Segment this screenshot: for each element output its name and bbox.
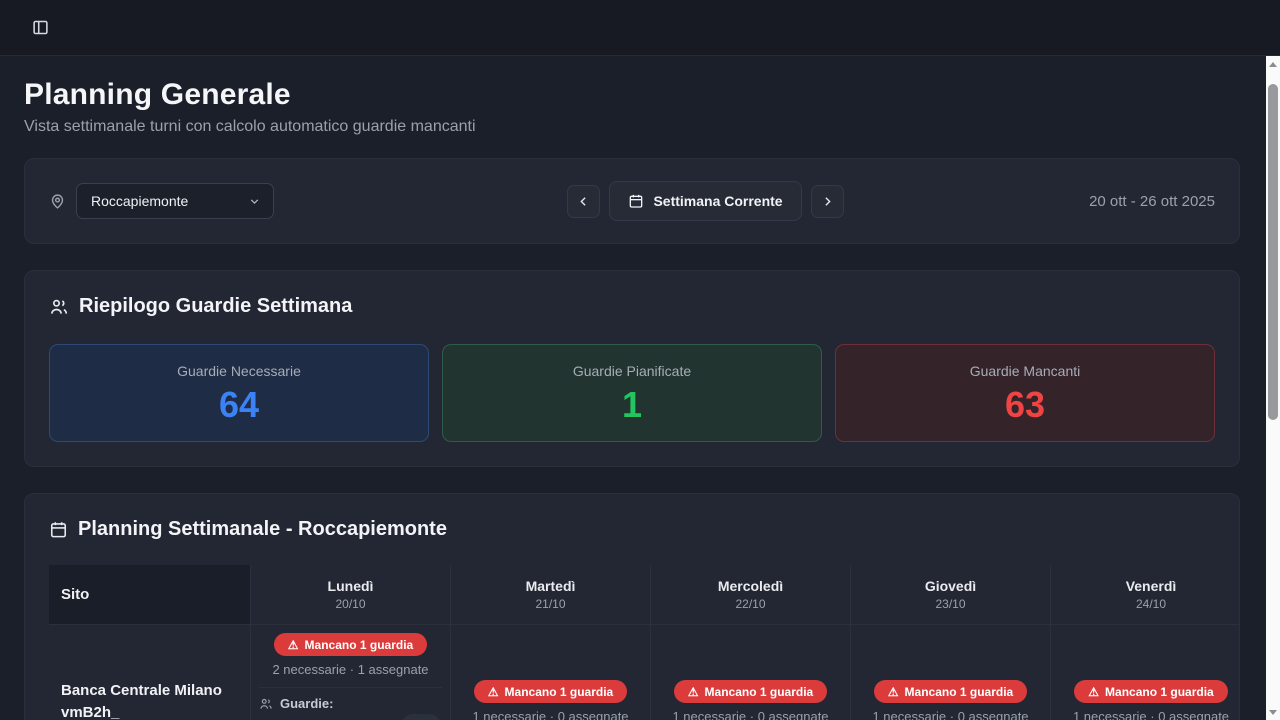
planning-section: Planning Settimanale - Roccapiemonte Sit… bbox=[24, 493, 1240, 720]
column-header-day: Lunedì 20/10 bbox=[251, 565, 451, 624]
week-navigation: Settimana Corrente bbox=[567, 181, 843, 221]
date-range-label: 20 ott - 26 ott 2025 bbox=[1089, 193, 1215, 210]
cell-detail: 1 necessarie · 0 assegnate bbox=[1073, 709, 1229, 720]
site-select[interactable]: Roccapiemonte bbox=[76, 183, 274, 219]
planning-table: Sito Lunedì 20/10 Martedì 21/10 Mercoled… bbox=[49, 565, 1240, 720]
column-header-day: Giovedì 23/10 bbox=[851, 565, 1051, 624]
panel-left-icon bbox=[32, 19, 49, 36]
column-header-site: Sito bbox=[49, 565, 251, 624]
map-pin-icon bbox=[49, 193, 66, 210]
warning-icon: ⚠ bbox=[888, 686, 899, 698]
stat-label: Guardie Necessarie bbox=[177, 363, 301, 379]
scrollbar-thumb[interactable] bbox=[1268, 84, 1278, 420]
stat-value: 1 bbox=[622, 387, 642, 423]
cell-detail: 1 necessarie · 0 assegnate bbox=[672, 709, 828, 720]
warning-icon: ⚠ bbox=[1088, 686, 1099, 698]
scroll-down-arrow[interactable] bbox=[1266, 704, 1280, 720]
calendar-icon bbox=[628, 193, 644, 209]
sidebar-toggle-button[interactable] bbox=[24, 12, 56, 44]
guards-row: Guardie: bbox=[259, 696, 442, 711]
missing-guards-badge-label: Mancano 1 guardia bbox=[705, 685, 814, 699]
summary-section: Riepilogo Guardie Settimana Guardie Nece… bbox=[24, 270, 1240, 467]
table-row: Banca Centrale Milano vmB2h_ ⚠ Mancano 1… bbox=[49, 625, 1240, 720]
week-toolbar: Roccapiemonte bbox=[24, 158, 1240, 244]
cell-detail: 2 necessarie · 1 assegnate bbox=[259, 662, 442, 677]
topbar bbox=[0, 0, 1280, 56]
stat-value: 63 bbox=[1005, 387, 1045, 423]
cell-detail: 1 necessarie · 0 assegnate bbox=[872, 709, 1028, 720]
scroll-up-arrow[interactable] bbox=[1266, 56, 1280, 72]
site-name: Banca Centrale Milano vmB2h_ bbox=[61, 680, 236, 720]
current-week-button-label: Settimana Corrente bbox=[653, 193, 782, 209]
guards-label: Guardie: bbox=[280, 696, 333, 711]
stat-card-mancanti: Guardie Mancanti 63 bbox=[835, 344, 1215, 442]
missing-guards-badge-label: Mancano 1 guardia bbox=[1105, 685, 1214, 699]
missing-guards-badge-label: Mancano 1 guardia bbox=[905, 685, 1014, 699]
guard-chip[interactable] bbox=[401, 714, 441, 720]
missing-guards-badge: ⚠ Mancano 1 guardia bbox=[874, 680, 1027, 703]
page-subtitle: Vista settimanale turni con calcolo auto… bbox=[24, 118, 1240, 136]
stat-card-necessarie: Guardie Necessarie 64 bbox=[49, 344, 429, 442]
shift-cell-giovedi: ⚠ Mancano 1 guardia 1 necessarie · 0 ass… bbox=[851, 625, 1051, 720]
page-title: Planning Generale bbox=[24, 78, 1240, 112]
missing-guards-badge: ⚠ Mancano 1 guardia bbox=[474, 680, 627, 703]
previous-week-button[interactable] bbox=[567, 185, 600, 218]
warning-icon: ⚠ bbox=[288, 639, 299, 651]
chevron-down-icon bbox=[248, 195, 261, 208]
stat-value: 64 bbox=[219, 387, 259, 423]
summary-cards: Guardie Necessarie 64 Guardie Pianificat… bbox=[49, 344, 1215, 442]
stat-label: Guardie Pianificate bbox=[573, 363, 691, 379]
missing-guards-badge-label: Mancano 1 guardia bbox=[505, 685, 614, 699]
cell-divider bbox=[259, 687, 442, 688]
warning-icon: ⚠ bbox=[688, 686, 699, 698]
column-header-day: Venerdì 24/10 bbox=[1051, 565, 1240, 624]
users-icon bbox=[259, 697, 273, 711]
site-selector-group: Roccapiemonte bbox=[49, 183, 274, 219]
summary-header: Riepilogo Guardie Settimana bbox=[49, 295, 1215, 318]
warning-icon: ⚠ bbox=[488, 686, 499, 698]
chevron-left-icon bbox=[577, 195, 590, 208]
column-header-day: Mercoledì 22/10 bbox=[651, 565, 851, 624]
users-icon bbox=[49, 297, 69, 317]
shift-cell-venerdi: ⚠ Mancano 1 guardia 1 necessarie · 0 ass… bbox=[1051, 625, 1240, 720]
missing-guards-badge-label: Mancano 1 guardia bbox=[305, 638, 414, 652]
planning-header: Planning Settimanale - Roccapiemonte bbox=[49, 518, 1215, 541]
scrollbar-track[interactable] bbox=[1266, 72, 1280, 704]
missing-guards-badge: ⚠ Mancano 1 guardia bbox=[674, 680, 827, 703]
site-select-value: Roccapiemonte bbox=[91, 193, 188, 209]
chevron-right-icon bbox=[821, 195, 834, 208]
missing-guards-badge: ⚠ Mancano 1 guardia bbox=[1074, 680, 1227, 703]
vertical-scrollbar[interactable] bbox=[1266, 56, 1280, 720]
summary-title: Riepilogo Guardie Settimana bbox=[79, 295, 352, 318]
shift-cell-mercoledi: ⚠ Mancano 1 guardia 1 necessarie · 0 ass… bbox=[651, 625, 851, 720]
shift-cell-martedi: ⚠ Mancano 1 guardia 1 necessarie · 0 ass… bbox=[451, 625, 651, 720]
planning-title: Planning Settimanale - Roccapiemonte bbox=[78, 518, 447, 541]
next-week-button[interactable] bbox=[811, 185, 844, 218]
current-week-button[interactable]: Settimana Corrente bbox=[609, 181, 801, 221]
stat-label: Guardie Mancanti bbox=[970, 363, 1081, 379]
table-header-row: Sito Lunedì 20/10 Martedì 21/10 Mercoled… bbox=[49, 565, 1240, 625]
shift-cell-lunedi: ⚠ Mancano 1 guardia 2 necessarie · 1 ass… bbox=[251, 625, 451, 720]
site-cell: Banca Centrale Milano vmB2h_ bbox=[49, 625, 251, 720]
calendar-icon bbox=[49, 520, 68, 539]
cell-detail: 1 necessarie · 0 assegnate bbox=[472, 709, 628, 720]
stat-card-pianificate: Guardie Pianificate 1 bbox=[442, 344, 822, 442]
column-header-day: Martedì 21/10 bbox=[451, 565, 651, 624]
main-content: Planning Generale Vista settimanale turn… bbox=[0, 78, 1280, 720]
missing-guards-badge: ⚠ Mancano 1 guardia bbox=[274, 633, 427, 656]
